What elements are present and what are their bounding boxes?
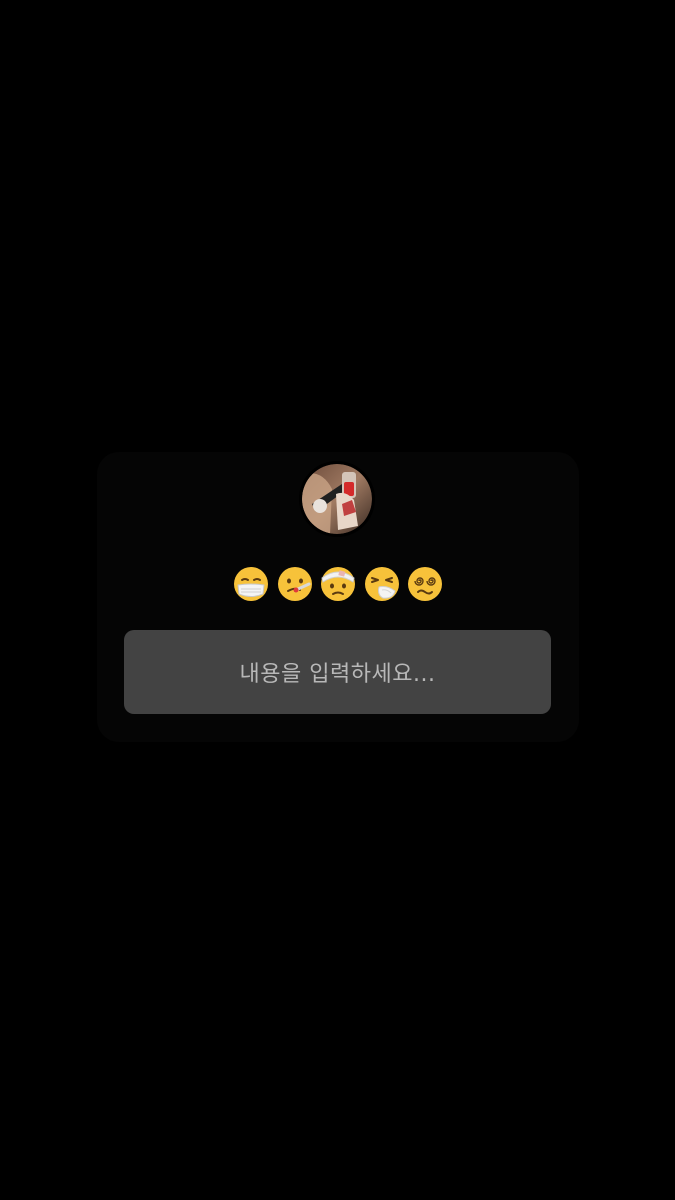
reaction-emoji-bar — [232, 562, 444, 606]
face-with-medical-mask-emoji[interactable] — [232, 565, 270, 603]
user-avatar[interactable] — [299, 461, 375, 537]
avatar-photo-icon — [302, 464, 372, 534]
dizzy-face-emoji[interactable] — [406, 565, 444, 603]
message-input[interactable]: 내용을 입력하세요... — [124, 630, 551, 714]
sneezing-face-emoji[interactable] — [363, 565, 401, 603]
face-with-thermometer-emoji[interactable] — [276, 565, 314, 603]
face-with-head-bandage-emoji[interactable] — [319, 565, 357, 603]
message-input-placeholder: 내용을 입력하세요... — [239, 662, 436, 687]
